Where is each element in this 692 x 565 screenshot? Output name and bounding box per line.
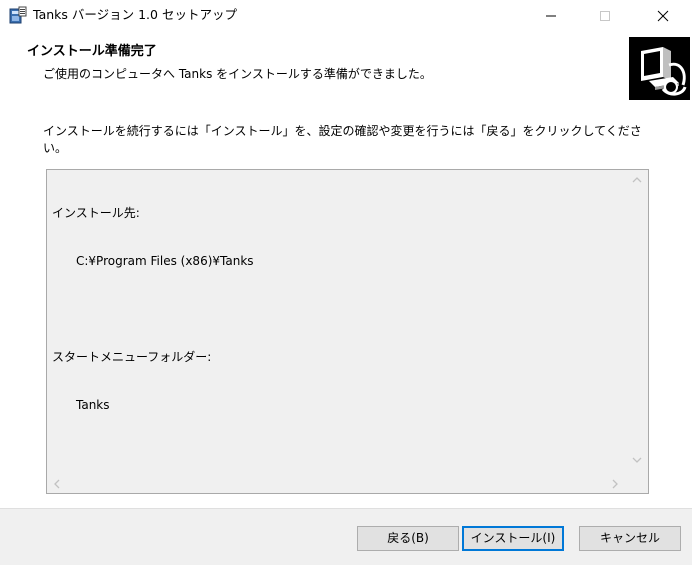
computer-install-icon: [629, 37, 690, 100]
install-dir-label: インストール先:: [52, 206, 140, 220]
horizontal-scrollbar[interactable]: [47, 475, 627, 493]
summary-memo[interactable]: インストール先: C:¥Program Files (x86)¥Tanks スタ…: [46, 169, 649, 494]
scroll-corner: [626, 475, 648, 493]
title-bar[interactable]: Tanks バージョン 1.0 セットアップ: [0, 0, 692, 32]
minimize-button[interactable]: [528, 0, 574, 32]
maximize-button[interactable]: [582, 0, 628, 32]
instruction-text: インストールを続行するには「インストール」を、設定の確認や変更を行うには「戻る」…: [43, 124, 642, 155]
cancel-button[interactable]: キャンセル: [579, 526, 681, 551]
close-button[interactable]: [640, 0, 686, 32]
scroll-up-icon[interactable]: [632, 176, 642, 184]
install-button[interactable]: インストール(I): [462, 526, 564, 551]
page-subtitle: ご使用のコンピュータへ Tanks をインストールする準備ができました。: [43, 67, 432, 81]
footer-bar: 戻る(B) インストール(I) キャンセル: [0, 508, 692, 565]
maximize-icon: [600, 11, 610, 21]
minimize-icon: [546, 15, 556, 17]
close-icon: [657, 10, 669, 22]
window-title: Tanks バージョン 1.0 セットアップ: [33, 7, 237, 22]
scroll-down-icon[interactable]: [632, 456, 642, 464]
setup-installer-icon: [8, 6, 28, 26]
memo-blank-line: [52, 301, 622, 317]
back-button[interactable]: 戻る(B): [357, 526, 459, 551]
start-menu-value: Tanks: [76, 398, 110, 412]
scroll-right-icon[interactable]: [611, 479, 619, 489]
start-menu-label: スタートメニューフォルダー:: [52, 350, 212, 364]
install-dir-value: C:¥Program Files (x86)¥Tanks: [76, 254, 254, 268]
page-title: インストール準備完了: [27, 44, 157, 59]
memo-content: インストール先: C:¥Program Files (x86)¥Tanks スタ…: [52, 173, 622, 445]
scroll-left-icon[interactable]: [53, 479, 61, 489]
vertical-scrollbar[interactable]: [626, 170, 648, 476]
